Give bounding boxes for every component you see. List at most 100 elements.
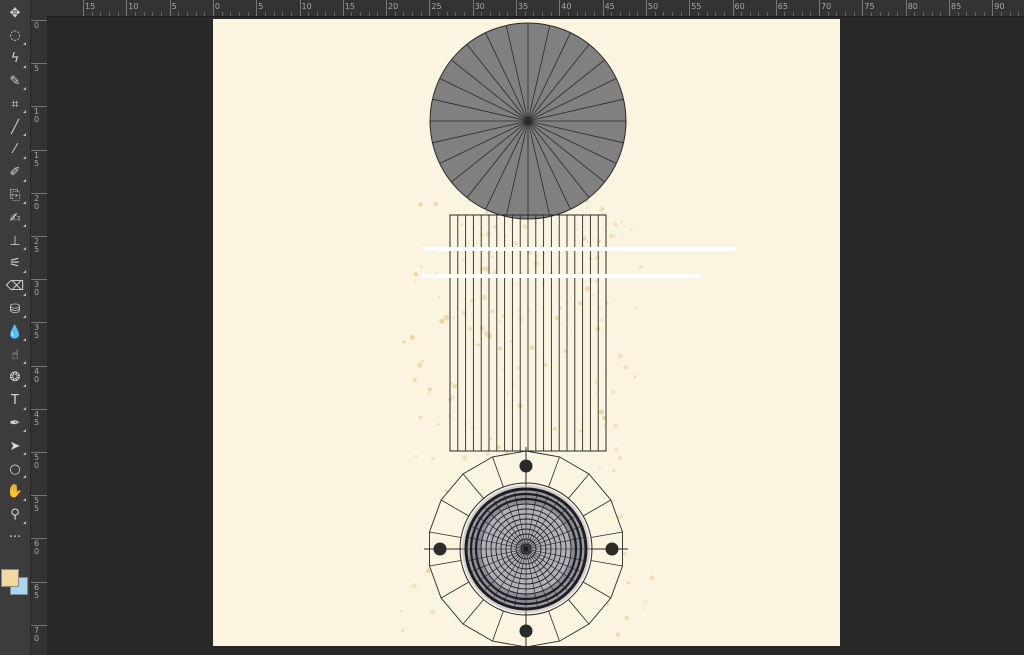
speckle — [585, 206, 589, 209]
smudge-tool-icon[interactable]: ☝ — [3, 345, 27, 365]
lasso-tool-icon[interactable]: ϟ — [3, 49, 27, 69]
sponge-tool-icon[interactable]: ❂ — [3, 368, 27, 388]
hand-tool-icon[interactable]: ✋ — [3, 482, 27, 502]
ruler-top-label: 70 — [821, 2, 832, 11]
speckle — [483, 266, 489, 272]
speckle — [522, 224, 528, 230]
speckle — [491, 255, 494, 259]
ruler-top-label: 15 — [344, 2, 355, 11]
speckle — [526, 309, 531, 313]
ruler-minor-tick — [845, 12, 847, 16]
ruler-left-label: 40 — [34, 366, 40, 384]
blur-tool-icon[interactable]: 💧 — [3, 322, 27, 342]
ruler-top-label: 45 — [604, 2, 615, 11]
brush-tool-glyph: ✐ — [9, 165, 21, 181]
speckle — [560, 323, 562, 326]
ellipse-tool-icon[interactable]: ○ — [3, 459, 27, 479]
speckle — [435, 271, 438, 274]
ruler-top-label: 30 — [474, 2, 485, 11]
ruler-top-label: 25 — [431, 2, 442, 11]
speckle — [578, 301, 583, 306]
crop-tool-glyph: ⌗ — [11, 96, 19, 112]
speckle — [602, 227, 605, 230]
ruler-left-label: 15 — [34, 150, 40, 168]
clone-stamp-tool-icon[interactable]: ⎘ — [3, 185, 27, 205]
ruler-tick — [559, 0, 561, 16]
speckle — [633, 374, 637, 379]
ruler-minor-tick — [931, 12, 933, 16]
ruler-minor-tick — [438, 12, 440, 16]
speckle — [613, 447, 619, 453]
speckle — [608, 233, 614, 239]
brush-tool-icon[interactable]: ✐ — [3, 163, 27, 183]
speckle — [434, 202, 438, 206]
ruler-left-label: 30 — [34, 280, 40, 298]
speckle — [462, 259, 465, 262]
elliptical-marquee-tool-icon[interactable]: ◌ — [3, 26, 27, 46]
speckle — [484, 327, 487, 329]
speckle — [615, 632, 620, 637]
paint-bucket-tool-icon[interactable]: ⛁ — [3, 299, 27, 319]
speckle — [412, 599, 414, 601]
stamp-tool-glyph: ⊥ — [9, 233, 21, 249]
ruler-minor-tick — [464, 12, 466, 16]
foreground-color-swatch[interactable] — [1, 569, 19, 587]
ruler-minor-tick — [403, 12, 405, 16]
quick-selection-tool-icon[interactable]: ✎ — [3, 71, 27, 91]
speckle — [427, 392, 431, 396]
speckle — [477, 426, 480, 429]
ruler-minor-tick — [888, 12, 890, 16]
ruler-tick — [256, 0, 258, 16]
ruler-left-label: 55 — [34, 496, 40, 514]
ruler-minor-tick — [195, 12, 197, 16]
ruler-tick — [429, 0, 431, 16]
speckle — [639, 379, 641, 382]
ruler-minor-tick — [879, 12, 881, 16]
speckle — [485, 210, 489, 214]
vertical-ruler[interactable]: 0 5 10 15 20 25 30 35 40 45 50 55 60 65 70 — [31, 16, 48, 655]
mixer-brush-tool-icon[interactable]: ⚟ — [3, 254, 27, 274]
eyedropper-tool-icon[interactable]: ╱ — [3, 117, 27, 137]
speckle — [497, 346, 503, 352]
ruler-minor-tick — [533, 12, 535, 16]
speckle — [597, 239, 601, 244]
ruler-minor-tick — [152, 12, 154, 16]
move-tool-icon[interactable]: ✥ — [3, 3, 27, 23]
speckle — [468, 422, 471, 425]
ruler-tick — [862, 0, 864, 16]
speckle — [506, 392, 509, 395]
stamp-tool-icon[interactable]: ⊥ — [3, 231, 27, 251]
more-tools-icon[interactable]: ··· — [3, 527, 27, 547]
path-selection-tool-icon[interactable]: ➤ — [3, 436, 27, 456]
healing-brush-tool-icon[interactable]: ⁄ — [3, 140, 27, 160]
type-tool-icon[interactable]: T — [3, 391, 27, 411]
crop-tool-icon[interactable]: ⌗ — [3, 94, 27, 114]
zoom-tool-icon[interactable]: ⚲ — [3, 505, 27, 525]
horizontal-ruler[interactable]: 15 10 5 0 5 10 15 20 25 30 35 40 45 50 55 60 65 70 75 80 85 9… — [47, 0, 1024, 17]
speckle — [419, 546, 421, 548]
ruler-tick — [602, 0, 604, 16]
speckle — [613, 222, 618, 227]
ruler-minor-tick — [585, 12, 587, 16]
type-tool-glyph: T — [11, 393, 19, 409]
speckle — [401, 628, 405, 633]
speckle — [522, 223, 525, 226]
eraser-tool-icon[interactable]: ⌫ — [3, 277, 27, 297]
speckle — [600, 369, 602, 371]
speckle — [555, 414, 557, 416]
ruler-top-label: 50 — [647, 2, 659, 11]
ruler-minor-tick — [619, 12, 621, 16]
speckle — [614, 235, 616, 238]
speckle — [450, 395, 455, 400]
speckle — [452, 316, 455, 319]
ruler-left-label: 25 — [34, 237, 40, 254]
speckle — [595, 391, 598, 394]
ruler-minor-tick — [715, 12, 717, 16]
pen-tool-icon[interactable]: ✒ — [3, 413, 27, 433]
ruler-origin[interactable] — [31, 0, 48, 17]
ruler-top-label: 75 — [864, 2, 875, 11]
ruler-minor-tick — [412, 12, 414, 16]
history-brush-tool-icon[interactable]: ✍ — [3, 208, 27, 228]
document-canvas[interactable] — [213, 19, 840, 646]
ruler-minor-tick — [663, 12, 665, 16]
